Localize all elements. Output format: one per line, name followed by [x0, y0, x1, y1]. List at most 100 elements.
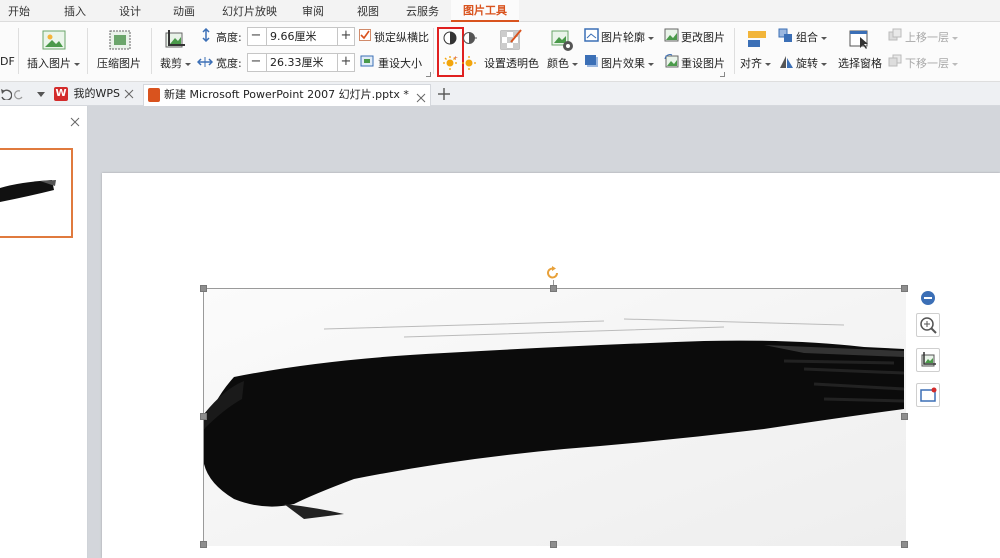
slide-thumbnail[interactable]	[0, 148, 73, 238]
tab-animation[interactable]: 动画	[173, 3, 195, 20]
bring-forward-button[interactable]: 上移一层	[905, 29, 958, 45]
picture-dialog-launcher-icon[interactable]	[720, 72, 725, 77]
picture-effect-icon[interactable]	[584, 54, 599, 68]
height-stepper[interactable]: − 9.66厘米 +	[247, 27, 355, 46]
redo-icon[interactable]	[14, 88, 24, 100]
brightness-increase-icon[interactable]: +	[443, 55, 458, 70]
slide-thumbnail-pane	[0, 106, 88, 558]
lock-ratio-checkbox[interactable]	[359, 29, 371, 41]
width-stepper[interactable]: − 26.33厘米 +	[247, 53, 355, 72]
resize-handle-bottom[interactable]	[550, 541, 557, 548]
tab-home[interactable]: 开始	[8, 3, 30, 20]
tab-cloud[interactable]: 云服务	[406, 3, 439, 20]
menu-bar: 开始 插入 设计 动画 幻灯片放映 审阅 视图 云服务 图片工具	[0, 0, 1000, 22]
group-button[interactable]: 组合	[796, 29, 827, 45]
reset-picture-button[interactable]: 重设图片	[681, 55, 725, 71]
compress-picture-icon[interactable]	[108, 29, 132, 51]
contrast-increase-icon[interactable]	[443, 31, 457, 45]
ribbon: DF 插入图片 压缩图片 裁剪 高度: − 9.66厘米 + 宽度: − 26.…	[0, 22, 1000, 82]
close-pane-icon[interactable]	[70, 117, 80, 127]
reset-size-button[interactable]: 重设大小	[378, 55, 422, 71]
align-icon[interactable]	[746, 28, 768, 50]
height-decrease-button[interactable]: −	[248, 28, 264, 45]
insert-picture-button[interactable]: 插入图片	[27, 55, 80, 71]
ribbon-left-fragment: DF	[0, 55, 15, 68]
change-picture-button[interactable]: 更改图片	[681, 29, 725, 45]
height-label: 高度:	[216, 31, 242, 44]
ink-brush-stroke-icon	[204, 289, 906, 546]
quick-access-dropdown-icon[interactable]	[37, 92, 45, 97]
tab-picture-tools[interactable]: 图片工具	[451, 0, 519, 22]
brightness-decrease-icon[interactable]	[462, 55, 477, 70]
doc-tab-presentation[interactable]: 新建 Microsoft PowerPoint 2007 幻灯片.pptx *	[143, 84, 431, 106]
crop-icon[interactable]	[163, 29, 187, 51]
set-transparent-color-button[interactable]: 设置透明色	[484, 55, 539, 71]
height-icon	[199, 27, 213, 43]
document-tab-bar: W 我的WPS 新建 Microsoft PowerPoint 2007 幻灯片…	[0, 82, 1000, 106]
tab-insert[interactable]: 插入	[64, 3, 86, 20]
tab-design[interactable]: 设计	[119, 3, 141, 20]
width-icon	[196, 55, 214, 69]
height-input[interactable]: 9.66厘米	[266, 28, 338, 45]
send-backward-icon[interactable]	[888, 54, 903, 68]
pptx-file-icon	[148, 88, 160, 102]
send-backward-button[interactable]: 下移一层	[905, 55, 958, 71]
selection-pane-icon[interactable]	[848, 28, 870, 50]
size-dialog-launcher-icon[interactable]	[426, 72, 431, 77]
bring-forward-icon[interactable]	[888, 28, 903, 42]
zoom-picture-button[interactable]	[916, 313, 940, 337]
resize-handle-top-left[interactable]	[200, 285, 207, 292]
rotate-handle-icon[interactable]	[546, 266, 560, 280]
set-transparent-color-icon[interactable]	[499, 28, 523, 52]
resize-handle-bottom-right[interactable]	[901, 541, 908, 548]
resize-handle-top-right[interactable]	[901, 285, 908, 292]
new-tab-icon[interactable]	[437, 87, 451, 101]
group-icon[interactable]	[778, 28, 794, 43]
zoom-in-icon	[920, 317, 937, 334]
crop-quick-button[interactable]	[916, 348, 940, 372]
insert-picture-icon[interactable]	[42, 29, 66, 51]
color-button[interactable]: 颜色	[547, 55, 578, 71]
doc-tab-presentation-label: 新建 Microsoft PowerPoint 2007 幻灯片.pptx *	[164, 88, 409, 101]
rotate-button[interactable]: 旋转	[796, 55, 827, 71]
separator	[433, 28, 434, 74]
doc-tab-my-wps[interactable]: W 我的WPS	[54, 84, 120, 106]
width-input[interactable]: 26.33厘米	[266, 54, 338, 71]
separator	[18, 28, 19, 74]
tab-review[interactable]: 审阅	[302, 3, 324, 20]
change-picture-icon[interactable]	[664, 28, 679, 42]
close-document-icon[interactable]	[416, 90, 426, 103]
picture-outline-quick-button[interactable]	[916, 383, 940, 407]
picture-outline-icon[interactable]	[584, 28, 599, 42]
align-button[interactable]: 对齐	[740, 55, 771, 71]
close-tab-icon[interactable]	[124, 89, 134, 99]
lock-ratio-label[interactable]: 锁定纵横比	[374, 29, 429, 45]
color-icon[interactable]	[550, 28, 574, 52]
selected-picture[interactable]	[203, 288, 906, 546]
picture-effect-button[interactable]: 图片效果	[601, 55, 654, 71]
reset-size-icon[interactable]	[360, 54, 375, 68]
resize-handle-bottom-left[interactable]	[200, 541, 207, 548]
selection-pane-button[interactable]: 选择窗格	[838, 55, 882, 71]
picture-outline-button[interactable]: 图片轮廓	[601, 29, 654, 45]
crop-quick-icon	[921, 352, 936, 367]
contrast-decrease-icon[interactable]	[463, 31, 477, 45]
rotate-icon[interactable]	[778, 54, 794, 69]
width-decrease-button[interactable]: −	[248, 54, 264, 71]
tab-slideshow[interactable]: 幻灯片放映	[222, 3, 277, 20]
tab-view[interactable]: 视图	[357, 3, 379, 20]
separator	[87, 28, 88, 74]
collapse-toolbar-icon[interactable]	[921, 291, 935, 305]
doc-tab-my-wps-label: 我的WPS	[73, 87, 121, 100]
resize-handle-top[interactable]	[550, 285, 557, 292]
reset-picture-icon[interactable]	[664, 54, 679, 68]
resize-handle-left[interactable]	[200, 413, 207, 420]
width-increase-button[interactable]: +	[338, 54, 354, 71]
resize-handle-right[interactable]	[901, 413, 908, 420]
svg-text:+: +	[453, 55, 458, 62]
height-increase-button[interactable]: +	[338, 28, 354, 45]
undo-icon[interactable]	[0, 88, 13, 101]
compress-picture-button[interactable]: 压缩图片	[97, 55, 141, 71]
crop-button[interactable]: 裁剪	[160, 55, 191, 71]
outline-quick-icon	[920, 387, 937, 402]
